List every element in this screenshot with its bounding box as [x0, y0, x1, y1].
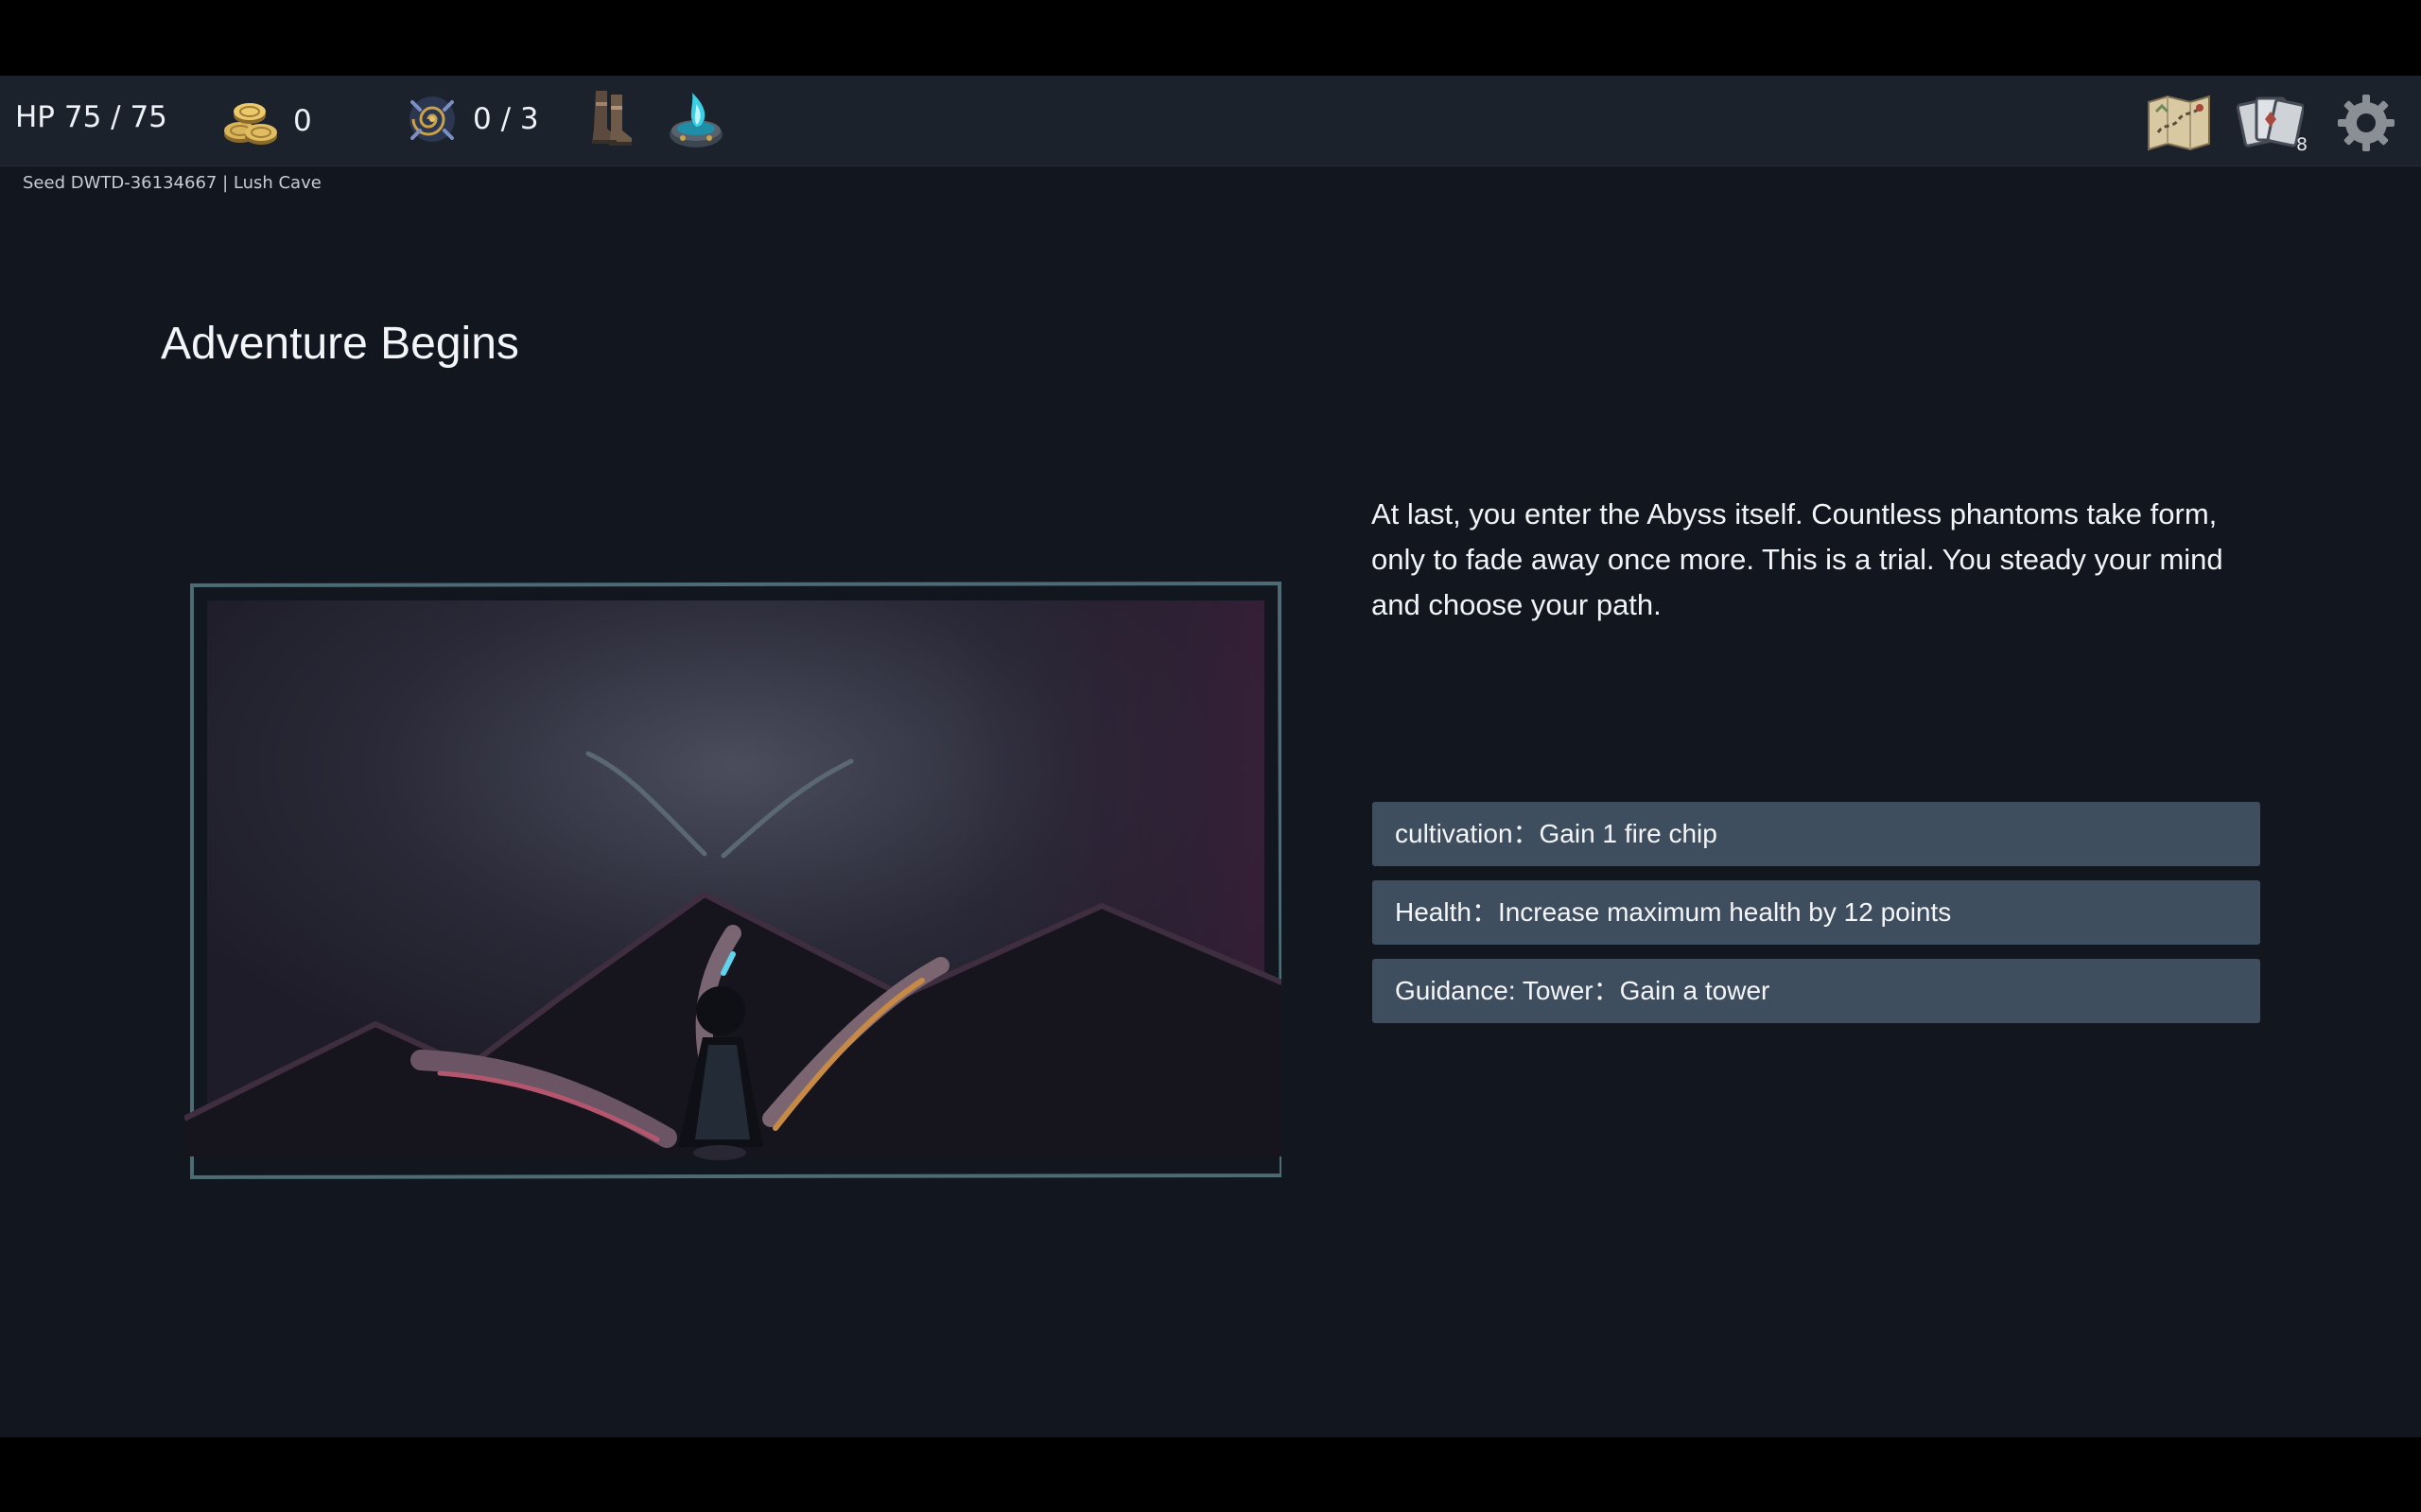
game-screen: HP 75 / 75 0 0 / 3 8 Seed DWTD-36134667 … [0, 76, 2421, 1437]
gold-coins-icon [219, 95, 280, 148]
choice-cultivation-button[interactable]: cultivation：Gain 1 fire chip [1372, 802, 2260, 866]
top-hud-bar: HP 75 / 75 0 0 / 3 8 [0, 76, 2421, 166]
deck-count-badge: 8 [2296, 134, 2308, 155]
charges-value: 0 / 3 [473, 102, 539, 136]
event-title: Adventure Begins [161, 319, 519, 369]
card-deck-icon[interactable] [2236, 93, 2306, 155]
hp-readout: HP 75 / 75 [15, 100, 167, 134]
gold-counter: 0 [219, 95, 312, 148]
map-icon[interactable] [2145, 95, 2213, 155]
blue-flame-brazier-icon[interactable] [666, 85, 726, 155]
gold-value: 0 [293, 104, 312, 138]
choice-health-button[interactable]: Health：Increase maximum health by 12 poi… [1372, 880, 2260, 945]
event-description: At last, you enter the Abyss itself. Cou… [1371, 497, 2223, 621]
boots-icon[interactable] [583, 87, 636, 153]
gear-icon[interactable] [2336, 93, 2396, 157]
charges-counter: 0 / 3 [405, 91, 539, 148]
seed-label: Seed DWTD-36134667 | Lush Cave [23, 173, 322, 193]
choice-guidance-tower-button[interactable]: Guidance: Tower：Gain a tower [1372, 959, 2260, 1023]
spiral-rune-icon [405, 91, 460, 148]
event-illustration [183, 580, 1288, 1180]
